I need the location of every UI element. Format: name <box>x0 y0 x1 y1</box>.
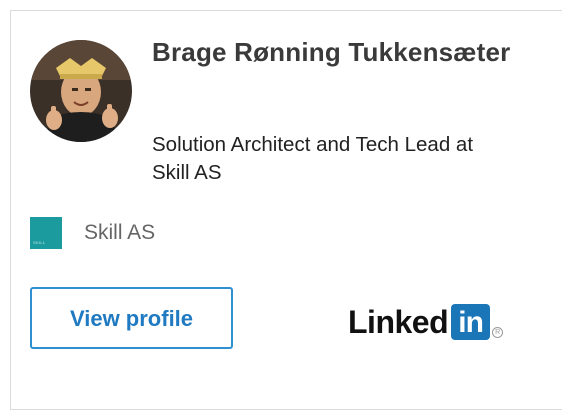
profile-name[interactable]: Brage Rønning Tukkensæter <box>152 33 512 71</box>
registered-mark-icon: R <box>492 326 504 338</box>
company-logo-text: SKILL <box>33 240 46 245</box>
view-profile-button[interactable]: View profile <box>30 287 233 349</box>
linkedin-in-box: in <box>451 304 491 340</box>
profile-headline: Solution Architect and Tech Lead at Skil… <box>152 133 474 184</box>
linkedin-logo-icon[interactable]: Linked in R <box>348 302 504 342</box>
company-row[interactable]: SKILL Skill AS <box>30 217 155 249</box>
linkedin-wordmark: Linked <box>348 303 449 340</box>
avatar[interactable] <box>30 40 132 142</box>
profile-photo-icon <box>30 40 132 142</box>
company-name[interactable]: Skill AS <box>84 221 155 245</box>
company-logo-icon: SKILL <box>30 217 62 249</box>
